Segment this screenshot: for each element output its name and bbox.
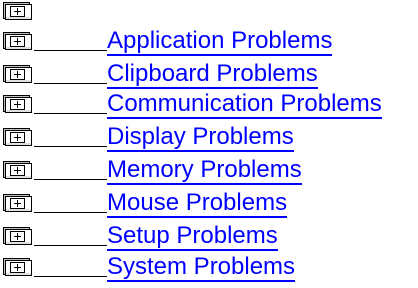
topic-link-display[interactable]: Display Problems bbox=[107, 123, 294, 152]
book-closed-icon[interactable] bbox=[2, 64, 34, 84]
book-closed-icon[interactable] bbox=[2, 127, 34, 147]
help-topic-tree: Application Problems Clipboard Problems … bbox=[0, 0, 418, 288]
book-closed-icon[interactable] bbox=[2, 31, 34, 51]
book-closed-icon[interactable] bbox=[2, 1, 34, 21]
book-closed-icon-graphic bbox=[3, 128, 32, 146]
tree-root[interactable] bbox=[0, 0, 418, 30]
topic-row-clipboard[interactable]: Clipboard Problems bbox=[0, 60, 418, 93]
book-closed-icon[interactable] bbox=[2, 193, 34, 213]
tree-connector-line bbox=[34, 276, 107, 277]
topic-link-communication[interactable]: Communication Problems bbox=[107, 90, 382, 119]
tree-connector-line bbox=[34, 83, 107, 84]
topic-link-system[interactable]: System Problems bbox=[107, 253, 296, 282]
book-closed-icon-graphic bbox=[3, 194, 32, 212]
book-closed-icon-graphic bbox=[3, 161, 32, 179]
topic-link-clipboard[interactable]: Clipboard Problems bbox=[107, 60, 318, 89]
book-closed-icon-graphic bbox=[3, 258, 32, 276]
tree-connector-line bbox=[34, 245, 107, 246]
tree-connector-line bbox=[34, 50, 107, 51]
topic-link-application[interactable]: Application Problems bbox=[107, 27, 333, 56]
tree-connector-line bbox=[34, 179, 107, 180]
topic-row-memory[interactable]: Memory Problems bbox=[0, 156, 418, 189]
book-closed-icon-graphic bbox=[3, 32, 32, 50]
book-closed-icon-graphic bbox=[3, 227, 32, 245]
book-closed-icon-graphic bbox=[3, 2, 32, 20]
book-closed-icon-graphic bbox=[3, 65, 32, 83]
book-closed-icon-graphic bbox=[3, 95, 32, 113]
topic-link-memory[interactable]: Memory Problems bbox=[107, 156, 302, 185]
book-closed-icon[interactable] bbox=[2, 94, 34, 114]
topic-link-setup[interactable]: Setup Problems bbox=[107, 222, 278, 251]
topic-link-mouse[interactable]: Mouse Problems bbox=[107, 189, 288, 218]
topic-row-application[interactable]: Application Problems bbox=[0, 27, 418, 60]
topic-row-mouse[interactable]: Mouse Problems bbox=[0, 189, 418, 222]
book-closed-icon[interactable] bbox=[2, 226, 34, 246]
book-closed-icon[interactable] bbox=[2, 257, 34, 277]
tree-connector-line bbox=[34, 212, 107, 213]
topic-row-system[interactable]: System Problems bbox=[0, 253, 418, 286]
tree-connector-line bbox=[34, 113, 107, 114]
topic-row-display[interactable]: Display Problems bbox=[0, 123, 418, 156]
topic-row-communication[interactable]: Communication Problems bbox=[0, 90, 418, 123]
book-closed-icon[interactable] bbox=[2, 160, 34, 180]
tree-connector-line bbox=[34, 146, 107, 147]
topic-row-setup[interactable]: Setup Problems bbox=[0, 222, 418, 255]
